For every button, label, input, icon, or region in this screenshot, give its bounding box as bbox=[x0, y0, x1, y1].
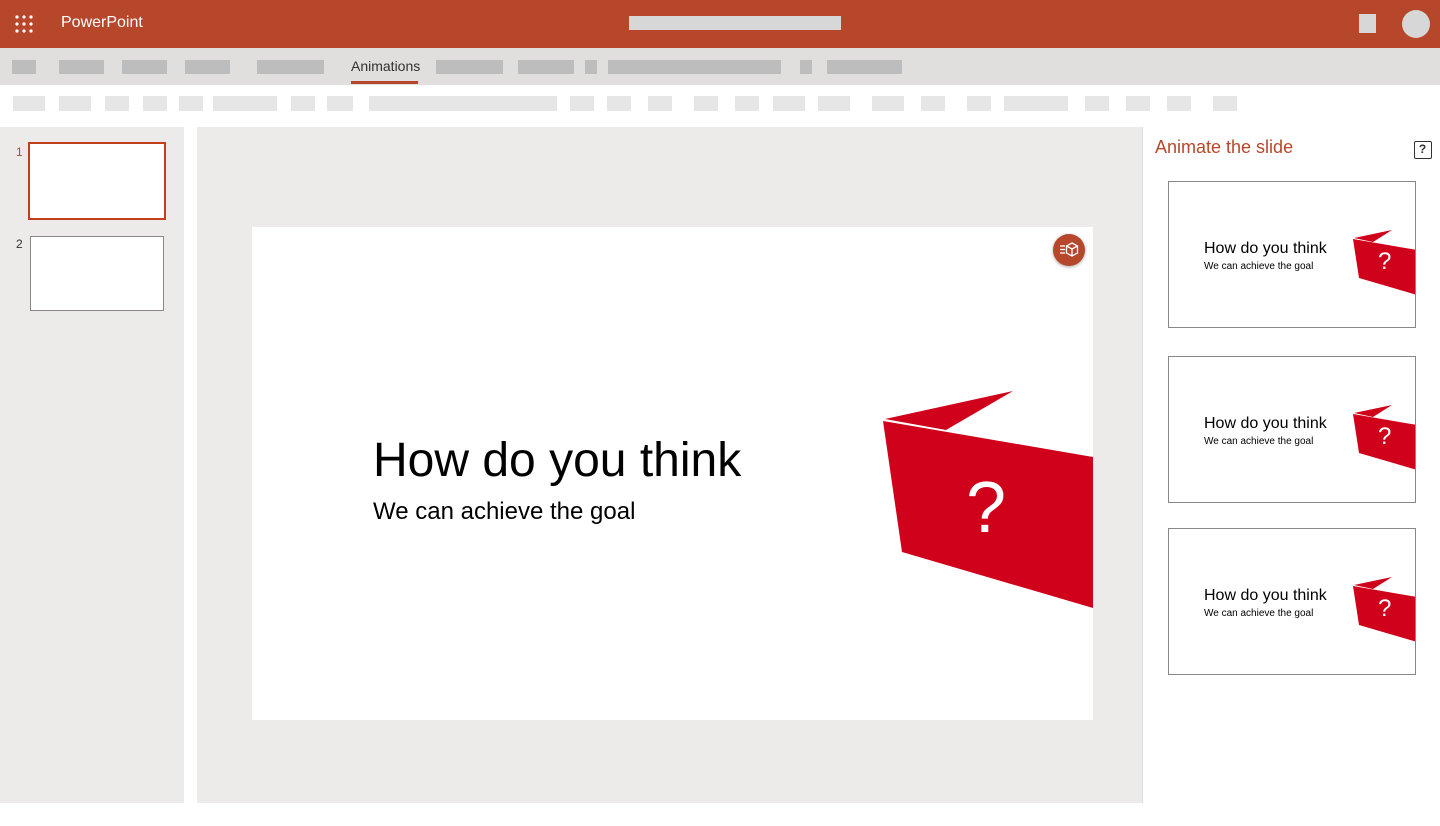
ribbon-command[interactable] bbox=[967, 96, 991, 111]
option-title: How do you think bbox=[1204, 415, 1327, 432]
avatar[interactable] bbox=[1402, 10, 1430, 38]
help-icon-glyph: ? bbox=[1418, 142, 1427, 156]
slide-thumbnail-2[interactable] bbox=[30, 236, 164, 311]
option-subtitle: We can achieve the goal bbox=[1204, 261, 1314, 272]
option-title: How do you think bbox=[1204, 587, 1327, 604]
tab-placeholder[interactable] bbox=[608, 60, 781, 74]
ribbon-command[interactable] bbox=[13, 96, 45, 111]
pane-splitter[interactable] bbox=[184, 127, 197, 803]
slide-thumbnail-1[interactable] bbox=[28, 142, 166, 220]
tab-animations-label: Animations bbox=[351, 58, 421, 74]
ribbon-command[interactable] bbox=[143, 96, 167, 111]
option-subtitle: We can achieve the goal bbox=[1204, 608, 1314, 619]
titlebar-action-button[interactable] bbox=[1359, 14, 1376, 33]
slide[interactable]: How do you think We can achieve the goal… bbox=[252, 227, 1093, 720]
active-tab-indicator bbox=[351, 81, 418, 84]
option-title: How do you think bbox=[1204, 240, 1327, 257]
option-question-mark: ? bbox=[1378, 595, 1392, 622]
question-mark: ? bbox=[966, 468, 1007, 548]
ribbon-tabs: Animations bbox=[0, 48, 1440, 85]
tab-placeholder[interactable] bbox=[122, 60, 167, 74]
ribbon-command[interactable] bbox=[291, 96, 315, 111]
ribbon-command[interactable] bbox=[369, 96, 557, 111]
designer-ideas-icon[interactable] bbox=[1053, 234, 1085, 266]
ribbon-command[interactable] bbox=[179, 96, 203, 111]
ribbon-command[interactable] bbox=[59, 96, 91, 111]
tab-placeholder[interactable] bbox=[12, 60, 36, 74]
ribbon-command[interactable] bbox=[570, 96, 594, 111]
tab-placeholder[interactable] bbox=[827, 60, 902, 74]
slide-title[interactable]: How do you think bbox=[373, 433, 741, 489]
ribbon-command[interactable] bbox=[694, 96, 718, 111]
status-bar bbox=[0, 803, 1440, 826]
slide-thumbnails-pane: 1 2 bbox=[0, 127, 184, 803]
ribbon-command[interactable] bbox=[327, 96, 353, 111]
panel-title: Animate the slide bbox=[1155, 137, 1294, 157]
tab-animations[interactable]: Animations bbox=[343, 48, 429, 85]
animation-option-2[interactable]: How do you think We can achieve the goal… bbox=[1168, 356, 1416, 503]
slide-number-2: 2 bbox=[16, 237, 23, 251]
ribbon-command[interactable] bbox=[607, 96, 631, 111]
ribbon-command[interactable] bbox=[921, 96, 945, 111]
ribbon-command[interactable] bbox=[872, 96, 904, 111]
tab-placeholder[interactable] bbox=[185, 60, 230, 74]
ribbon-command[interactable] bbox=[213, 96, 277, 111]
tab-placeholder[interactable] bbox=[436, 60, 503, 74]
app-launcher-icon[interactable] bbox=[15, 15, 33, 33]
ribbon-command[interactable] bbox=[648, 96, 672, 111]
animation-option-3[interactable]: How do you think We can achieve the goal… bbox=[1168, 528, 1416, 675]
tab-placeholder[interactable] bbox=[518, 60, 574, 74]
option-subtitle: We can achieve the goal bbox=[1204, 436, 1314, 447]
slide-subtitle[interactable]: We can achieve the goal bbox=[373, 498, 635, 526]
ribbon-command[interactable] bbox=[105, 96, 129, 111]
title-bar: PowerPoint bbox=[0, 0, 1440, 48]
tab-placeholder[interactable] bbox=[585, 60, 597, 74]
tab-placeholder[interactable] bbox=[257, 60, 324, 74]
animation-option-1[interactable]: How do you think We can achieve the goal… bbox=[1168, 181, 1416, 328]
document-title[interactable] bbox=[629, 16, 841, 30]
ribbon-command[interactable] bbox=[1004, 96, 1068, 111]
slide-canvas: How do you think We can achieve the goal… bbox=[197, 127, 1142, 803]
ribbon-command[interactable] bbox=[1126, 96, 1150, 111]
ribbon-command[interactable] bbox=[1167, 96, 1191, 111]
ribbon-commands bbox=[0, 85, 1440, 127]
option-question-mark: ? bbox=[1378, 423, 1392, 450]
ribbon-command[interactable] bbox=[818, 96, 850, 111]
tab-placeholder[interactable] bbox=[800, 60, 812, 74]
tab-placeholder[interactable] bbox=[59, 60, 104, 74]
help-icon[interactable]: ? bbox=[1414, 141, 1432, 159]
slide-number-1: 1 bbox=[16, 145, 23, 159]
ribbon-command[interactable] bbox=[1213, 96, 1237, 111]
ribbon-command[interactable] bbox=[735, 96, 759, 111]
ribbon-command[interactable] bbox=[1085, 96, 1109, 111]
option-question-mark: ? bbox=[1378, 248, 1392, 275]
app-name[interactable]: PowerPoint bbox=[61, 13, 143, 33]
animate-slide-panel: Animate the slide ? How do you think We … bbox=[1142, 127, 1440, 803]
ribbon-command[interactable] bbox=[773, 96, 805, 111]
